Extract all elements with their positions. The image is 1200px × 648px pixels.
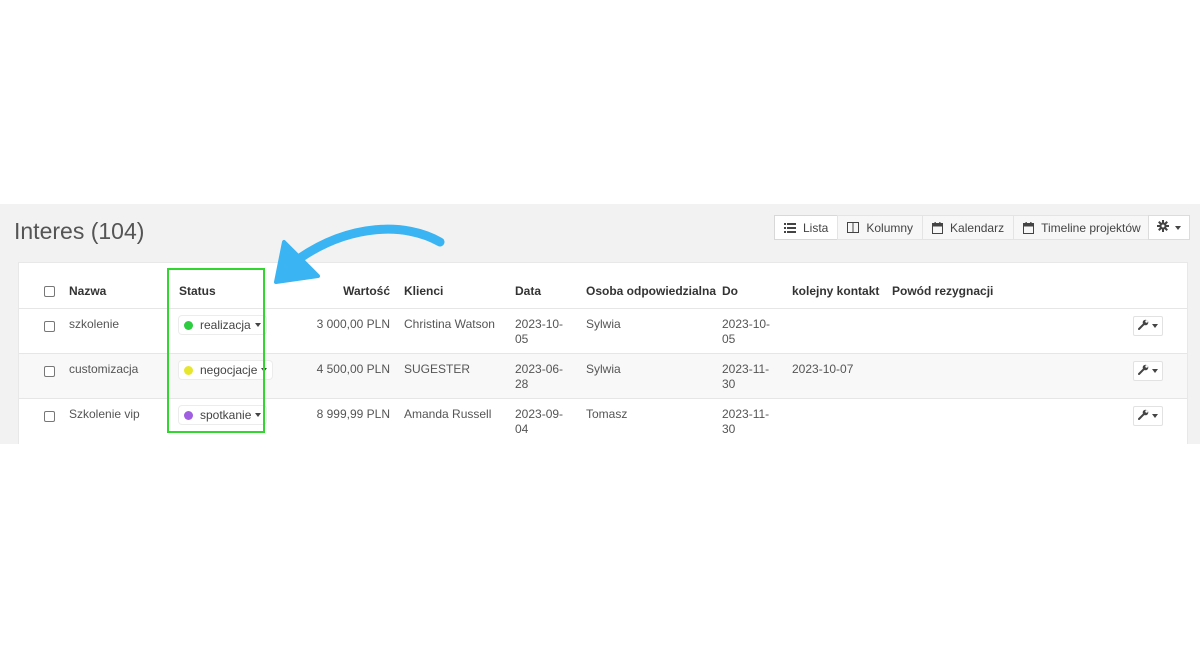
gear-icon <box>1157 219 1169 237</box>
status-dot <box>184 365 193 375</box>
chevron-down-icon <box>1152 414 1158 418</box>
table-row[interactable]: szkolenie realizacja 3 000,00 PLN Christ… <box>19 308 1187 353</box>
deal-value: 3 000,00 PLN <box>316 317 390 331</box>
row-checkbox[interactable] <box>44 411 55 422</box>
select-all-checkbox[interactable] <box>44 286 55 297</box>
deal-name[interactable]: customizacja <box>69 362 138 377</box>
status-label: realizacja <box>200 318 251 332</box>
view-button-lista[interactable]: Lista <box>774 215 839 240</box>
view-button-timeline[interactable]: Timeline projektów <box>1013 215 1151 240</box>
client-link[interactable]: SUGESTER <box>404 362 470 377</box>
owner: Sylwia <box>586 317 621 331</box>
status-label: negocjacje <box>200 363 258 377</box>
status-dot <box>184 410 193 420</box>
chevron-down-icon <box>261 368 268 372</box>
row-actions-button[interactable] <box>1133 316 1163 336</box>
column-header-reason[interactable]: Powód rezygnacji <box>892 284 993 298</box>
status-dropdown[interactable]: negocjacje <box>179 361 273 379</box>
view-button-kalendarz[interactable]: Kalendarz <box>922 215 1015 240</box>
calendar-icon <box>932 221 944 234</box>
calendar-icon <box>1023 221 1035 234</box>
column-header-value[interactable]: Wartość <box>269 284 390 298</box>
status-dropdown[interactable]: realizacja <box>179 316 266 334</box>
chevron-down-icon <box>1175 225 1181 230</box>
owner: Tomasz <box>586 407 628 421</box>
chevron-down-icon <box>1152 369 1158 373</box>
deals-table: Nazwa Status Wartość Klienci Data Osoba … <box>18 262 1188 444</box>
annotation-arrow-icon <box>274 224 445 284</box>
wrench-icon <box>1138 317 1149 335</box>
next-contact: 2023-10-07 <box>792 362 854 376</box>
row-checkbox[interactable] <box>44 321 55 332</box>
column-header-owner[interactable]: Osoba odpowiedzialna <box>586 284 716 298</box>
chevron-down-icon <box>1152 324 1158 328</box>
view-button-kolumny[interactable]: Kolumny <box>837 215 924 240</box>
page-band: Interes (104) Lista Kolumny Kalendarz Ti… <box>0 204 1200 444</box>
table-row[interactable]: customizacja negocjacje 4 500,00 PLN SUG… <box>19 353 1187 398</box>
column-header-next-contact[interactable]: kolejny kontakt <box>792 284 879 298</box>
deal-name[interactable]: szkolenie <box>69 317 119 332</box>
view-button-label: Timeline projektów <box>1041 220 1141 235</box>
deal-date: 2023-06- 28 <box>515 362 564 391</box>
view-button-label: Lista <box>803 220 829 235</box>
status-label: spotkanie <box>200 408 252 422</box>
column-header-date[interactable]: Data <box>515 284 541 298</box>
deal-date: 2023-09- 04 <box>515 407 564 436</box>
page-title: Interes (104) <box>14 218 145 244</box>
table-row[interactable]: Szkolenie vip spotkanie 8 999,99 PLN Ama… <box>19 398 1187 444</box>
view-button-label: Kolumny <box>866 220 914 235</box>
client-link[interactable]: Amanda Russell <box>404 407 491 422</box>
column-header-clients[interactable]: Klienci <box>404 284 443 298</box>
columns-icon <box>847 222 860 233</box>
row-checkbox[interactable] <box>44 366 55 377</box>
owner: Sylwia <box>586 362 621 376</box>
due-date: 2023-11- 30 <box>722 407 770 436</box>
deal-value: 4 500,00 PLN <box>316 362 390 376</box>
column-header-name[interactable]: Nazwa <box>69 284 106 298</box>
wrench-icon <box>1138 407 1149 425</box>
list-icon <box>784 222 796 233</box>
settings-button[interactable] <box>1148 215 1190 240</box>
client-link[interactable]: Christina Watson <box>404 317 495 332</box>
due-date: 2023-11- 30 <box>722 362 770 391</box>
row-actions-button[interactable] <box>1133 406 1163 426</box>
status-dot <box>184 320 193 330</box>
chevron-down-icon <box>254 323 261 327</box>
row-actions-button[interactable] <box>1133 361 1163 381</box>
status-dropdown[interactable]: spotkanie <box>179 406 267 424</box>
column-header-due[interactable]: Do <box>722 284 738 298</box>
view-button-label: Kalendarz <box>950 220 1005 235</box>
view-switch: Lista Kolumny Kalendarz Timeline projekt… <box>774 215 1151 240</box>
column-header-status[interactable]: Status <box>179 284 216 298</box>
due-date: 2023-10- 05 <box>722 317 771 346</box>
deal-value: 8 999,99 PLN <box>316 407 390 421</box>
deal-date: 2023-10- 05 <box>515 317 564 346</box>
wrench-icon <box>1138 362 1149 380</box>
deal-name[interactable]: Szkolenie vip <box>69 407 140 422</box>
chevron-down-icon <box>255 413 262 417</box>
